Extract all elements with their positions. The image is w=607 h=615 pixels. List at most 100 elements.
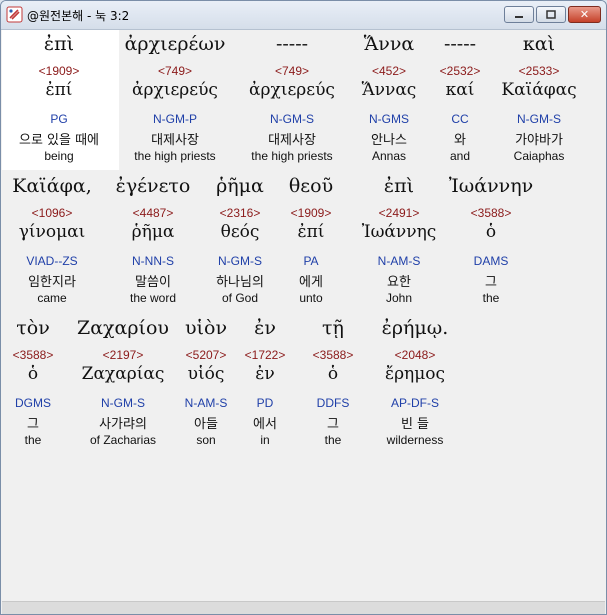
lemma: ὁ (485, 222, 497, 242)
strong-number[interactable]: <2532> (440, 64, 481, 78)
maximize-icon (546, 10, 556, 19)
korean-gloss: 말씀이 (135, 275, 171, 290)
korean-gloss: 에게 (299, 275, 323, 290)
strong-number[interactable]: <3588> (313, 348, 354, 362)
english-gloss: the (24, 433, 42, 447)
lemma: ἐν (255, 364, 275, 384)
greek-word[interactable]: ἐν (254, 317, 276, 339)
korean-gloss: 와 (454, 133, 466, 148)
strong-number[interactable]: <2533> (519, 64, 560, 78)
close-icon: ✕ (579, 8, 590, 21)
english-gloss: John (385, 291, 413, 305)
lemma: καί (445, 80, 475, 100)
english-gloss: and (449, 149, 471, 163)
minimize-button[interactable] (504, 6, 534, 23)
strong-number[interactable]: <4487> (133, 206, 174, 220)
strong-number[interactable]: <2316> (220, 206, 261, 220)
korean-gloss: 사가랴의 (99, 417, 147, 432)
korean-gloss: 대제사장 (151, 133, 199, 148)
english-gloss: the (482, 291, 500, 305)
strong-number[interactable]: <3588> (471, 206, 512, 220)
lemma: ἔρημος (384, 364, 446, 384)
greek-word[interactable]: καὶ (523, 33, 555, 55)
english-gloss: Caiaphas (513, 149, 565, 163)
greek-word[interactable]: ἐπὶ (44, 33, 74, 55)
strong-number[interactable]: <452> (372, 64, 406, 78)
lemma: ἐπί (45, 80, 73, 100)
strong-number[interactable]: <2197> (103, 348, 144, 362)
parsing-code: DAMS (473, 254, 509, 268)
interlinear-window: @원전본해 - 눅 3:2 ✕ ἐπὶ <1909> ἐπί PG 으로 있을 때에 be… (0, 0, 607, 615)
greek-word[interactable]: Καϊάφα, (12, 175, 91, 197)
greek-word[interactable]: τῇ (322, 317, 344, 339)
interlinear-content: ἐπὶ <1909> ἐπί PG 으로 있을 때에 being ἀρχιερέων <749… (2, 30, 605, 614)
strong-number[interactable]: <2048> (395, 348, 436, 362)
greek-word[interactable]: ῥῆμα (216, 175, 264, 197)
english-gloss: the high priests (251, 149, 333, 163)
strong-number[interactable]: <749> (275, 64, 309, 78)
greek-word[interactable]: ἐρήμῳ. (382, 317, 449, 339)
strong-number[interactable]: <1909> (39, 64, 80, 78)
lemma: Ἅννας (361, 80, 417, 100)
lemma: ῥῆμα (131, 222, 175, 242)
korean-gloss: 임한지라 (28, 275, 76, 290)
parsing-code: N-GM-S (101, 396, 145, 410)
close-button[interactable]: ✕ (568, 6, 601, 23)
verse-line: τὸν <3588> ὁ DGMS 그 the Ζαχαρίου <2197> Ζαχαρίας… (2, 314, 605, 454)
parsing-code: N-AM-S (184, 396, 228, 410)
greek-word[interactable]: Ἰωάννην (449, 175, 533, 197)
lemma: υἱός (187, 364, 225, 384)
greek-word[interactable]: Ζαχαρίου (77, 317, 169, 339)
english-gloss: in (260, 433, 270, 447)
verse-line: Καϊάφα, <1096> γίνομαι VIAD--ZS 임한지라 came ἐγέν… (2, 172, 605, 312)
greek-word[interactable]: Ἅννα (364, 33, 414, 55)
english-gloss: unto (299, 291, 323, 305)
verse-line: ἐπὶ <1909> ἐπί PG 으로 있을 때에 being ἀρχιερέων <749… (2, 30, 605, 170)
app-logo-icon (6, 6, 23, 23)
title-bar[interactable]: @원전본해 - 눅 3:2 ✕ (1, 1, 606, 30)
korean-gloss: 요한 (387, 275, 411, 290)
korean-gloss: 으로 있을 때에 (18, 133, 100, 148)
strong-number[interactable]: <749> (158, 64, 192, 78)
greek-word[interactable]: ἐγένετο (116, 175, 191, 197)
english-gloss: the word (129, 291, 177, 305)
strong-number[interactable]: <1722> (245, 348, 286, 362)
korean-gloss: 대제사장 (268, 133, 316, 148)
english-gloss: Annas (371, 149, 407, 163)
korean-gloss: 하나님의 (216, 275, 264, 290)
parsing-code: N-GM-P (153, 112, 197, 126)
greek-word[interactable]: υἱὸν (185, 317, 227, 339)
parsing-code: N-GM-S (218, 254, 262, 268)
parsing-code: N-GMS (369, 112, 409, 126)
lemma: ὁ (327, 364, 339, 384)
greek-word[interactable]: ----- (276, 33, 308, 55)
english-gloss: of God (221, 291, 259, 305)
strong-number[interactable]: <1096> (32, 206, 73, 220)
parsing-code: DGMS (15, 396, 51, 410)
lemma: ἀρχιερεύς (132, 80, 218, 100)
greek-word[interactable]: ἐπὶ (384, 175, 414, 197)
parsing-code: DDFS (316, 396, 350, 410)
english-gloss: came (37, 291, 67, 305)
maximize-button[interactable] (536, 6, 566, 23)
lemma: ἐπί (297, 222, 325, 242)
english-gloss: the (324, 433, 342, 447)
greek-word[interactable]: ----- (444, 33, 476, 55)
lemma: Καϊάφας (501, 80, 577, 100)
strong-number[interactable]: <5207> (186, 348, 227, 362)
parsing-code: PG (50, 112, 68, 126)
korean-gloss: 아들 (194, 417, 218, 432)
greek-word[interactable]: τὸν (16, 317, 50, 339)
parsing-code: CC (451, 112, 469, 126)
english-gloss: wilderness (386, 433, 444, 447)
english-gloss: the high priests (134, 149, 216, 163)
greek-word[interactable]: ἀρχιερέων (125, 33, 226, 55)
strong-number[interactable]: <2491> (379, 206, 420, 220)
strong-number[interactable]: <1909> (291, 206, 332, 220)
korean-gloss: 그 (327, 417, 339, 432)
status-strip (2, 601, 605, 614)
greek-word[interactable]: θεοῦ (289, 175, 333, 197)
lemma: γίνομαι (18, 222, 86, 242)
korean-gloss: 가야바가 (515, 133, 563, 148)
strong-number[interactable]: <3588> (13, 348, 54, 362)
